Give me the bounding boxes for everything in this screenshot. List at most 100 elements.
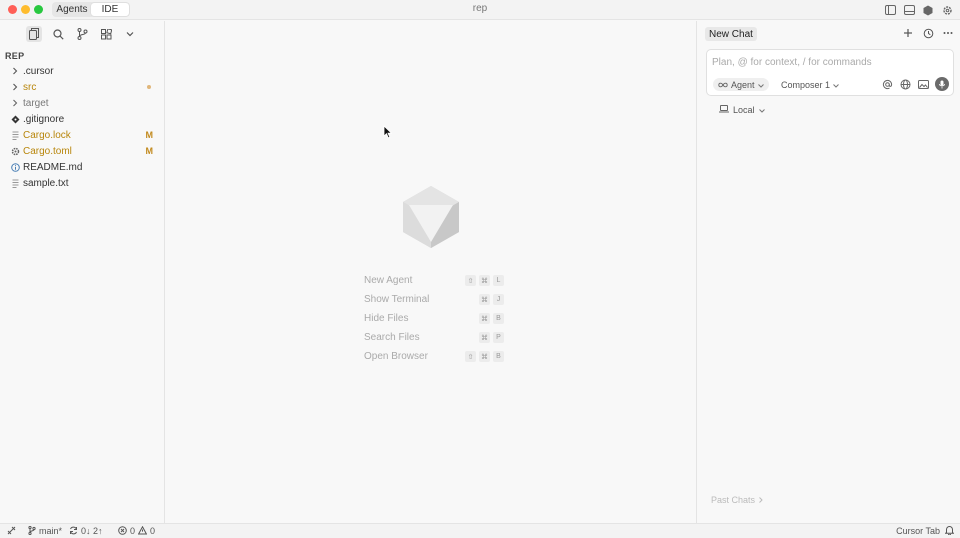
tree-item-readme[interactable]: README.md (0, 159, 164, 175)
bell-icon (944, 525, 955, 537)
sync-status[interactable]: 0↓ 2↑ (69, 525, 103, 537)
at-mention-icon[interactable] (881, 78, 894, 91)
composer-actions (881, 77, 949, 91)
warning-icon (137, 525, 148, 537)
tree-item-label: Cargo.toml (23, 145, 72, 157)
key-cap: ⌘ (479, 313, 490, 324)
tree-item-label: Cargo.lock (23, 129, 71, 141)
file-tree: .cursor src target .gitignore Cargo.lock… (0, 63, 164, 191)
past-chats-label: Past Chats (711, 495, 756, 505)
git-branch-status[interactable]: main* (28, 525, 62, 537)
key-cap: B (493, 351, 504, 362)
shortcut-keys: ⌘ B (479, 313, 504, 324)
remote-connection-icon (7, 526, 16, 537)
modified-dot-indicator (147, 85, 151, 89)
chevron-down-icon (757, 80, 764, 90)
key-cap: J (493, 294, 504, 305)
more-icon[interactable] (942, 27, 954, 39)
key-cap: ⌘ (479, 332, 490, 343)
globe-icon[interactable] (899, 78, 912, 91)
plus-icon[interactable] (902, 27, 914, 39)
microphone-icon[interactable] (935, 77, 949, 91)
history-icon[interactable] (922, 27, 934, 39)
branch-name: main* (39, 526, 63, 536)
explorer-root-title[interactable]: REP (5, 51, 24, 61)
chat-panel: New Chat Agent Composer 1 (696, 21, 960, 523)
tree-item-gitignore[interactable]: .gitignore (0, 111, 164, 127)
cube-icon[interactable] (921, 3, 935, 17)
key-cap: ⇧ (465, 275, 476, 286)
search-icon[interactable] (50, 26, 66, 42)
shortcut-new-agent[interactable]: New Agent ⇧ ⌘ L (364, 271, 504, 290)
tree-item-label: sample.txt (23, 177, 69, 189)
source-control-icon[interactable] (74, 26, 90, 42)
shortcut-list: New Agent ⇧ ⌘ L Show Terminal ⌘ J Hide F… (364, 271, 504, 366)
chevron-down-icon (833, 80, 839, 90)
chevron-right-icon (10, 65, 20, 77)
tree-item-cargo-lock[interactable]: Cargo.lock M (0, 127, 164, 143)
shortcut-label: Search Files (364, 332, 420, 343)
shortcut-keys: ⌘ J (479, 294, 504, 305)
mouse-pointer-icon (383, 125, 393, 139)
laptop-icon (719, 105, 729, 115)
cursor-logo-icon (403, 186, 459, 248)
chevron-right-icon (10, 81, 20, 93)
toggle-sidebar-icon[interactable] (883, 3, 897, 17)
chat-tab-new-chat[interactable]: New Chat (705, 27, 757, 41)
toggle-panel-icon[interactable] (902, 3, 916, 17)
modified-badge: M (145, 130, 154, 140)
info-icon (10, 161, 20, 173)
shortcut-keys: ⌘ P (479, 332, 504, 343)
gear-icon (10, 145, 20, 157)
problems-status[interactable]: 0 0 (118, 525, 155, 537)
agent-mode-dropdown[interactable]: Agent (713, 78, 769, 91)
chevron-right-icon (10, 97, 20, 109)
key-cap: ⇧ (465, 351, 476, 362)
model-dropdown[interactable]: Composer 1 (781, 78, 839, 91)
status-bar: main* 0↓ 2↑ 0 0 Cursor Tab (0, 523, 960, 538)
tree-item-cursor-folder[interactable]: .cursor (0, 63, 164, 79)
git-branch-icon (28, 525, 36, 537)
sync-counts: 0↓ 2↑ (81, 526, 103, 536)
notifications-bell[interactable] (944, 525, 955, 537)
key-cap: ⌘ (479, 275, 490, 286)
chat-actions (902, 27, 954, 39)
remote-indicator[interactable] (7, 525, 16, 537)
extensions-icon[interactable] (98, 26, 114, 42)
shortcut-search-files[interactable]: Search Files ⌘ P (364, 328, 504, 347)
chat-input[interactable] (712, 55, 948, 69)
chat-composer: Agent Composer 1 (706, 49, 954, 96)
shortcut-keys: ⇧ ⌘ B (465, 351, 504, 362)
warning-count: 0 (150, 526, 156, 536)
tree-item-target-folder[interactable]: target (0, 95, 164, 111)
tree-item-cargo-toml[interactable]: Cargo.toml M (0, 143, 164, 159)
key-cap: ⌘ (479, 294, 490, 305)
title-bar-actions (883, 3, 954, 17)
tree-item-sample-txt[interactable]: sample.txt (0, 175, 164, 191)
shortcut-label: Show Terminal (364, 294, 430, 305)
past-chats-link[interactable]: Past Chats (711, 495, 763, 505)
git-diamond-icon (10, 113, 20, 125)
image-icon[interactable] (917, 78, 930, 91)
tree-item-label: .cursor (23, 65, 54, 77)
environment-dropdown[interactable]: Local (719, 105, 765, 115)
files-icon[interactable] (26, 26, 42, 42)
editor-empty-state: New Agent ⇧ ⌘ L Show Terminal ⌘ J Hide F… (165, 21, 696, 523)
shortcut-show-terminal[interactable]: Show Terminal ⌘ J (364, 290, 504, 309)
gear-icon[interactable] (940, 3, 954, 17)
chevron-down-icon (758, 105, 765, 115)
tree-item-label: target (23, 97, 49, 109)
cursor-tab-status[interactable]: Cursor Tab (896, 525, 940, 537)
shortcut-label: Hide Files (364, 313, 409, 324)
sync-icon (69, 526, 78, 537)
file-explorer-sidebar: REP .cursor src target .gitignore Cargo.… (0, 21, 165, 523)
shortcut-hide-files[interactable]: Hide Files ⌘ B (364, 309, 504, 328)
key-cap: L (493, 275, 504, 286)
key-cap: P (493, 332, 504, 343)
tree-item-label: src (23, 81, 37, 93)
chevron-down-icon[interactable] (122, 26, 138, 42)
window-title: rep (472, 3, 488, 14)
tree-item-src-folder[interactable]: src (0, 79, 164, 95)
model-label: Composer 1 (781, 79, 831, 90)
shortcut-open-browser[interactable]: Open Browser ⇧ ⌘ B (364, 347, 504, 366)
